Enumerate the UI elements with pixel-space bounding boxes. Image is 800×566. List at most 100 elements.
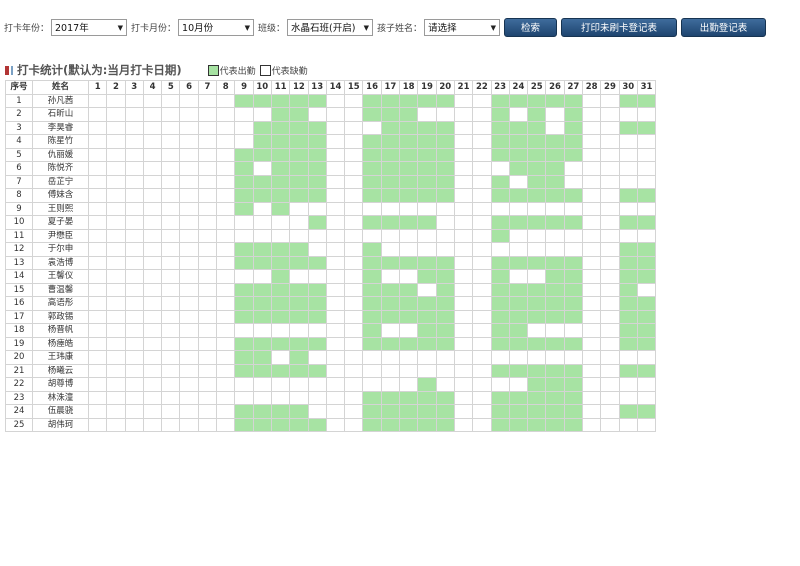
day-cell-absent	[179, 296, 199, 311]
day-cell-absent	[142, 336, 163, 351]
day-cell-absent	[600, 377, 620, 392]
day-cell-present	[636, 323, 657, 338]
day-cell-present	[289, 404, 309, 419]
day-cell-absent	[142, 377, 163, 392]
day-cell-absent	[380, 377, 401, 392]
day-cell-absent	[618, 377, 638, 392]
day-cell-present	[527, 161, 547, 176]
day-cell-absent	[600, 390, 620, 405]
day-cell-absent	[344, 120, 364, 135]
attendance-register-button[interactable]: 出勤登记表	[681, 17, 767, 37]
day-cell-absent	[618, 201, 638, 216]
student-name: 王则熙	[32, 201, 89, 216]
day-cell-present	[417, 188, 437, 203]
day-cell-absent	[600, 269, 620, 284]
print-unswiped-button[interactable]: 打印未刷卡登记表	[561, 17, 678, 37]
child-select[interactable]: 请选择 ▼	[424, 18, 501, 36]
day-cell-absent	[600, 93, 620, 108]
day-cell-absent	[399, 377, 419, 392]
day-cell-absent	[307, 107, 327, 122]
year-select[interactable]: 2017年 ▼	[51, 18, 128, 36]
day-cell-present	[289, 350, 309, 365]
day-cell-present	[508, 134, 529, 149]
day-cell-present	[636, 309, 657, 324]
day-cell-absent	[106, 242, 126, 257]
student-name: 伍晨骁	[32, 404, 89, 419]
day-cell-present	[380, 336, 401, 351]
day-cell-absent	[124, 93, 144, 108]
day-cell-absent	[197, 242, 218, 257]
day-cell-absent	[618, 350, 638, 365]
day-cell-present	[289, 174, 309, 189]
day-cell-present	[636, 255, 657, 270]
day-cell-present	[618, 242, 638, 257]
day-cell-present	[435, 255, 455, 270]
day-cell-present	[307, 336, 327, 351]
day-cell-absent	[161, 242, 181, 257]
table-row: 16 高语彤	[5, 296, 657, 311]
day-cell-present	[417, 296, 437, 311]
day-cell-absent	[87, 215, 108, 230]
day-cell-absent	[234, 269, 254, 284]
day-cell-present	[618, 269, 638, 284]
day-cell-absent	[325, 120, 346, 135]
table-row: 11 尹懋臣	[5, 228, 657, 243]
day-cell-absent	[270, 350, 291, 365]
day-cell-absent	[87, 377, 108, 392]
day-cell-present	[490, 174, 510, 189]
day-cell-absent	[344, 309, 364, 324]
day-cell-absent	[453, 201, 474, 216]
day-cell-absent	[417, 363, 437, 378]
day-cell-absent	[600, 188, 620, 203]
day-cell-present	[362, 269, 382, 284]
day-cell-present	[508, 282, 529, 297]
day-cell-present	[545, 417, 565, 432]
day-cell-absent	[179, 377, 199, 392]
day-cell-absent	[216, 417, 236, 432]
day-cell-absent	[216, 120, 236, 135]
day-cell-present	[362, 134, 382, 149]
header-day: 2	[106, 80, 126, 95]
month-select[interactable]: 10月份 ▼	[178, 18, 255, 36]
day-cell-absent	[472, 228, 492, 243]
day-cell-present	[563, 363, 584, 378]
day-cell-absent	[161, 404, 181, 419]
search-button[interactable]: 检索	[504, 17, 558, 37]
day-cell-absent	[508, 174, 529, 189]
row-index: 5	[5, 147, 33, 162]
day-cell-absent	[636, 161, 657, 176]
table-row: 10 夏子晏	[5, 215, 657, 230]
day-cell-present	[490, 336, 510, 351]
day-cell-present	[508, 255, 529, 270]
day-cell-present	[289, 336, 309, 351]
day-cell-absent	[582, 282, 602, 297]
day-cell-absent	[197, 107, 218, 122]
day-cell-absent	[87, 363, 108, 378]
day-cell-present	[417, 134, 437, 149]
day-cell-absent	[124, 255, 144, 270]
legend-present-label: 代表出勤	[219, 66, 256, 77]
day-cell-absent	[563, 350, 584, 365]
day-cell-absent	[87, 93, 108, 108]
day-cell-absent	[161, 417, 181, 432]
day-cell-absent	[472, 417, 492, 432]
day-cell-present	[490, 93, 510, 108]
day-cell-present	[417, 390, 437, 405]
day-cell-absent	[179, 255, 199, 270]
table-row: 21 杨曦云	[5, 363, 657, 378]
day-cell-present	[252, 255, 272, 270]
day-cell-absent	[472, 120, 492, 135]
class-select[interactable]: 水晶石班(开启) ▼	[287, 18, 374, 36]
day-cell-absent	[307, 390, 327, 405]
day-cell-present	[417, 323, 437, 338]
day-cell-absent	[362, 201, 382, 216]
day-cell-absent	[472, 282, 492, 297]
day-cell-present	[307, 174, 327, 189]
day-cell-present	[234, 296, 254, 311]
day-cell-absent	[508, 201, 529, 216]
day-cell-absent	[380, 363, 401, 378]
day-cell-absent	[307, 242, 327, 257]
table-row: 2 石昕山	[5, 107, 657, 122]
day-cell-absent	[216, 188, 236, 203]
day-cell-absent	[472, 188, 492, 203]
